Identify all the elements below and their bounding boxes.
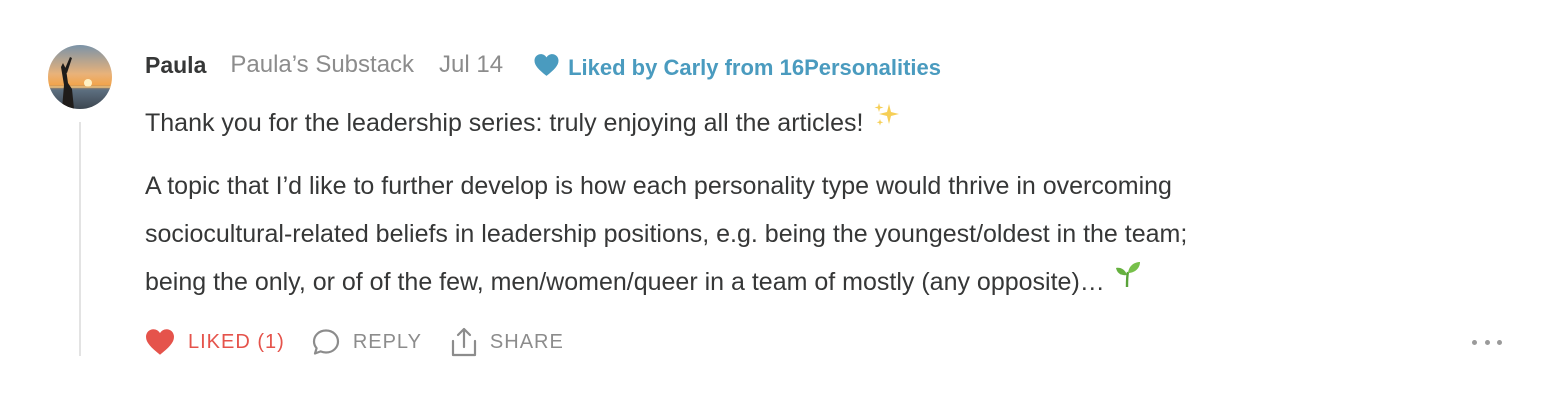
share-label: SHARE: [489, 330, 564, 353]
speech-bubble-icon: [312, 329, 339, 355]
comment: Paula Paula’s Substack Jul 14 Liked by C…: [0, 0, 1552, 420]
comment-paragraph: A topic that I’d like to further develop…: [145, 162, 1485, 307]
like-label: LIKED (1): [188, 330, 285, 353]
comment-actions: LIKED (1) REPLY SHARE: [144, 324, 564, 360]
paragraph-line-text: being the only, or of of the few, men/wo…: [145, 268, 1105, 296]
paragraph-text: Thank you for the leadership series: tru…: [145, 109, 864, 137]
reply-button[interactable]: REPLY: [311, 327, 422, 357]
paragraph-line: being the only, or of of the few, men/wo…: [145, 258, 1485, 307]
comment-date[interactable]: Jul 14: [439, 51, 503, 79]
comment-paragraph: Thank you for the leadership series: tru…: [145, 99, 1485, 148]
paragraph-line: A topic that I’d like to further develop…: [145, 172, 1172, 200]
share-button[interactable]: SHARE: [450, 326, 564, 358]
paragraph-line: sociocultural-related beliefs in leaders…: [145, 220, 1188, 248]
share-icon: [451, 327, 477, 357]
sparkles-emoji: [873, 97, 901, 145]
liked-by-text: Liked by Carly from 16Personalities: [568, 55, 942, 80]
like-button[interactable]: LIKED (1): [144, 328, 285, 356]
dot: [1497, 339, 1502, 345]
reply-label: REPLY: [352, 330, 422, 353]
liked-by-badge: Liked by Carly from 16Personalities: [533, 54, 942, 81]
dot: [1484, 339, 1490, 345]
heart-filled-icon: [146, 329, 174, 355]
heart-icon: [534, 54, 559, 76]
author-name[interactable]: Paula: [145, 52, 206, 79]
more-options-icon[interactable]: [1472, 330, 1502, 354]
dot: [1472, 339, 1477, 345]
author-publication[interactable]: Paula’s Substack: [230, 51, 414, 79]
thread-line: [79, 122, 81, 356]
comment-header: Paula Paula’s Substack Jul 14 Liked by C…: [145, 47, 941, 83]
avatar[interactable]: [48, 45, 112, 109]
seedling-emoji: [1115, 256, 1141, 304]
